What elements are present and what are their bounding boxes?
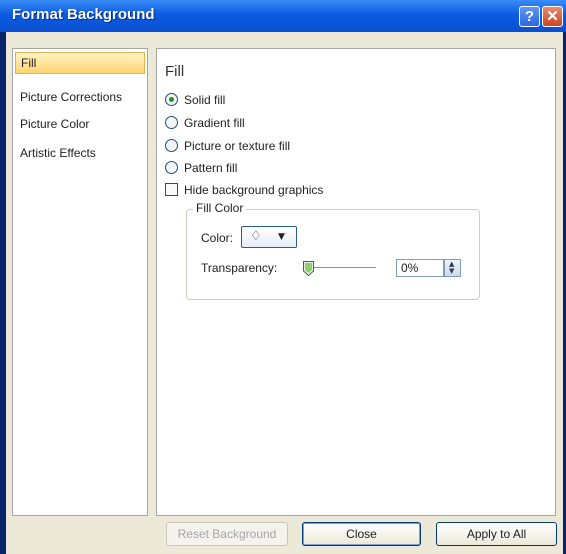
close-window-button[interactable]: ✕ (542, 6, 563, 27)
color-picker-button[interactable]: ♢ ▼ (241, 226, 297, 248)
chevron-down-icon: ▼ (278, 232, 285, 242)
category-list: Fill Picture Corrections Picture Color A… (12, 48, 148, 516)
color-label: Color: (201, 231, 234, 245)
transparency-slider-thumb[interactable] (303, 261, 314, 276)
radio-icon (165, 161, 178, 174)
pattern-fill-label: Pattern fill (184, 161, 238, 175)
nav-item-artistic-effects[interactable]: Artistic Effects (15, 142, 145, 164)
title-bar[interactable]: Format Background ? ✕ (0, 0, 566, 32)
close-button[interactable]: Close (302, 522, 421, 546)
picture-texture-fill-label: Picture or texture fill (184, 139, 291, 153)
apply-to-all-button[interactable]: Apply to All (436, 522, 557, 546)
nav-item-fill[interactable]: Fill (15, 52, 145, 74)
radio-icon (165, 116, 178, 129)
transparency-label: Transparency: (201, 261, 278, 275)
nav-item-picture-corrections[interactable]: Picture Corrections (15, 86, 145, 108)
fill-color-legend: Fill Color (193, 201, 247, 215)
fill-color-group: Fill Color Color: ♢ ▼ Transparency: 0% ▲… (186, 201, 480, 300)
paint-bucket-icon: ♢ (250, 229, 262, 244)
help-icon: ? (524, 8, 535, 25)
hide-background-graphics-label: Hide background graphics (184, 183, 324, 197)
fill-panel: Fill Solid fill Gradient fill Picture or… (156, 48, 556, 516)
dialog-title: Format Background (12, 6, 155, 23)
radio-icon (165, 139, 178, 152)
transparency-slider-track[interactable] (308, 267, 376, 268)
nav-item-picture-color[interactable]: Picture Color (15, 113, 145, 135)
reset-background-button[interactable]: Reset Background (166, 522, 288, 546)
spin-down-icon[interactable]: ▼ (449, 268, 454, 275)
checkbox-icon (165, 183, 178, 196)
solid-fill-label: Solid fill (184, 93, 226, 107)
format-background-dialog: Format Background ? ✕ Fill Picture Corre… (0, 0, 566, 554)
transparency-spinner[interactable]: ▲ ▼ (444, 259, 461, 277)
transparency-input[interactable]: 0% (396, 259, 444, 277)
gradient-fill-label: Gradient fill (184, 116, 245, 130)
close-icon: ✕ (546, 8, 559, 25)
panel-title: Fill (165, 63, 185, 80)
radio-selected-icon (165, 93, 178, 106)
help-button[interactable]: ? (519, 6, 540, 27)
